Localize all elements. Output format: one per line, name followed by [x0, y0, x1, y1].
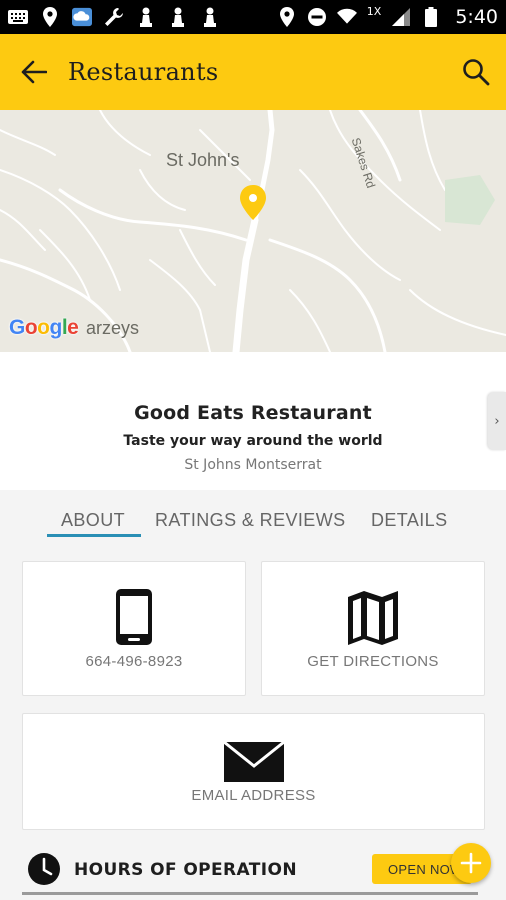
side-drawer-handle[interactable]: › [488, 392, 506, 450]
envelope-icon [223, 742, 284, 782]
business-tagline: Taste your way around the world [123, 433, 383, 449]
business-location: St Johns Montserrat [184, 457, 322, 473]
google-logo: Google [9, 316, 79, 339]
arrow-left-icon [21, 60, 47, 84]
add-button[interactable] [451, 843, 491, 883]
status-notifications [8, 7, 220, 27]
wifi-icon [336, 7, 357, 27]
email-button[interactable]: EMAIL ADDRESS [22, 713, 485, 830]
location-icon [277, 7, 297, 27]
network-badge: 1X [366, 4, 382, 18]
phone-number: 664-496-8923 [85, 653, 183, 670]
signal-icon [391, 7, 411, 27]
app-bar: Restaurants [0, 34, 506, 110]
keyboard-icon [8, 7, 28, 27]
clock-icon [28, 853, 60, 885]
chess-pawn-icon [136, 7, 156, 27]
chess-pawn-icon [168, 7, 188, 27]
get-directions-button[interactable]: GET DIRECTIONS [261, 561, 485, 696]
chevron-right-icon: › [494, 413, 500, 429]
status-system: 1X 5:40 [277, 4, 498, 28]
search-button[interactable] [446, 34, 506, 110]
call-button[interactable]: 664-496-8923 [22, 561, 246, 696]
cloud-app-icon [72, 7, 92, 27]
business-name: Good Eats Restaurant [134, 402, 372, 424]
directions-label: GET DIRECTIONS [307, 653, 439, 670]
battery-icon [421, 7, 441, 27]
divider [22, 892, 478, 895]
back-button[interactable] [4, 34, 64, 110]
map-area-label: arzeys [86, 318, 140, 338]
location-map[interactable]: St John's Sakes Rd arzeys Google [0, 110, 506, 352]
tab-details[interactable]: DETAILS [371, 510, 448, 531]
status-bar: 1X 5:40 [0, 0, 506, 34]
tab-about[interactable]: ABOUT [61, 510, 125, 531]
search-icon [463, 59, 490, 86]
wrench-icon [104, 7, 124, 27]
tab-ratings-reviews[interactable]: RATINGS & REVIEWS [155, 510, 346, 531]
plus-icon [460, 852, 482, 874]
phone-icon [116, 589, 152, 645]
page-title: Restaurants [68, 58, 219, 86]
map-icon [348, 591, 398, 645]
do-not-disturb-icon [307, 7, 327, 27]
hours-of-operation-header[interactable]: HOURS OF OPERATION OPEN NOW [22, 848, 485, 898]
business-header: Good Eats Restaurant Taste your way arou… [0, 352, 506, 490]
tab-bar: ABOUT RATINGS & REVIEWS DETAILS [0, 490, 506, 546]
map-pin-icon [240, 185, 266, 220]
active-tab-indicator [47, 534, 141, 537]
location-pin-icon [40, 7, 60, 27]
hours-label: HOURS OF OPERATION [74, 860, 297, 880]
status-time: 5:40 [455, 6, 498, 28]
chess-pawn-icon [200, 7, 220, 27]
map-town-label: St John's [166, 150, 240, 170]
email-label: EMAIL ADDRESS [191, 787, 316, 804]
